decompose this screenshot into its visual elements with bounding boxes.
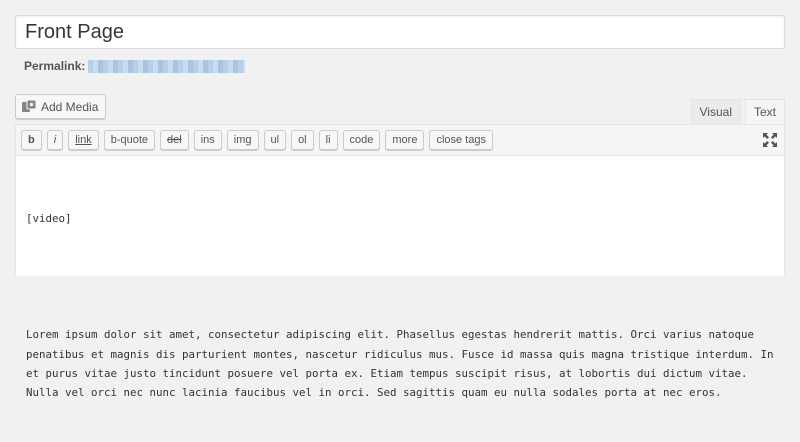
editor-tabs: Visual Text <box>687 99 785 125</box>
qt-ins-button[interactable]: ins <box>193 130 222 150</box>
fullscreen-icon[interactable] <box>762 132 778 148</box>
qt-bold-button[interactable]: b <box>21 130 42 150</box>
qt-close-tags-button[interactable]: close tags <box>429 130 493 150</box>
editor: b i link b-quote del ins img ul ol li co… <box>15 124 785 399</box>
qt-ul-button[interactable]: ul <box>263 130 287 150</box>
tab-text[interactable]: Text <box>744 99 785 125</box>
permalink: Permalink: <box>24 59 246 73</box>
add-media-button[interactable]: Add Media <box>15 94 107 119</box>
media-icon <box>21 99 37 115</box>
permalink-url[interactable] <box>88 59 246 73</box>
qt-italic-button[interactable]: i <box>46 130 64 150</box>
content-paragraph: Lorem ipsum dolor sit amet, consectetur … <box>26 328 781 400</box>
qt-ol-button[interactable]: ol <box>291 130 314 150</box>
qt-code-button[interactable]: code <box>342 130 381 150</box>
qt-del-button[interactable]: del <box>160 130 189 150</box>
title-input[interactable]: Front Page <box>15 15 785 49</box>
qt-img-button[interactable]: img <box>226 130 259 150</box>
content-textarea[interactable]: [video] Lorem ipsum dolor sit amet, cons… <box>16 156 784 442</box>
add-media-label: Add Media <box>41 99 99 114</box>
permalink-label: Permalink: <box>24 59 86 73</box>
quicktags-toolbar: b i link b-quote del ins img ul ol li co… <box>16 125 784 156</box>
content-shortcode: [video] <box>26 211 72 225</box>
qt-li-button[interactable]: li <box>318 130 338 150</box>
qt-more-button[interactable]: more <box>385 130 425 150</box>
qt-blockquote-button[interactable]: b-quote <box>103 130 156 150</box>
qt-link-button[interactable]: link <box>68 130 99 150</box>
tab-visual[interactable]: Visual <box>690 99 741 124</box>
